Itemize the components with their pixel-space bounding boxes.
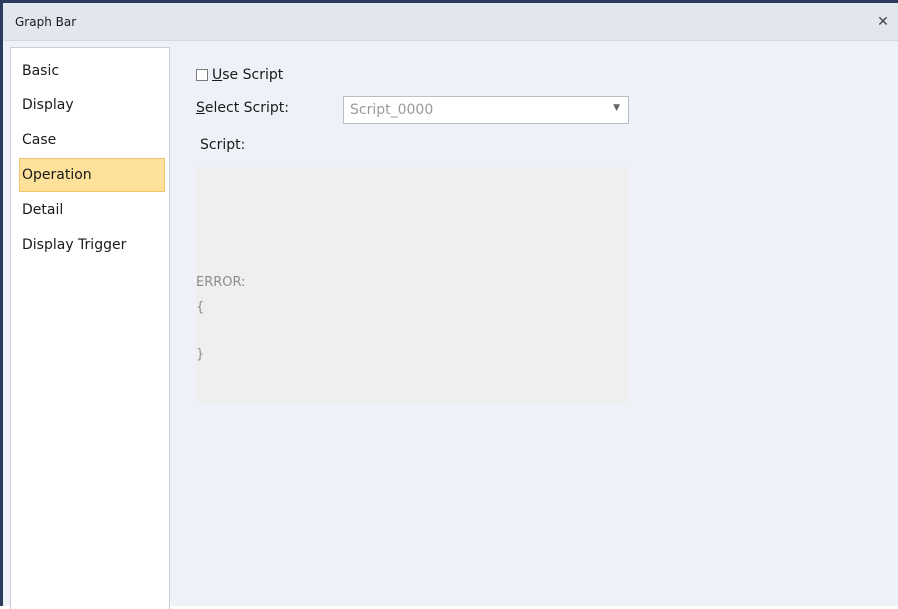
sidebar-item-basic[interactable]: Basic (19, 54, 165, 88)
operation-panel: Use Script Select Script: Script_0000 ▼ … (170, 47, 898, 606)
dialog-title: Graph Bar (15, 15, 77, 29)
script-label: Script: (200, 137, 246, 153)
script-line-error: ERROR: (196, 275, 246, 290)
select-script-label: Select Script: (196, 100, 289, 116)
chevron-down-icon: ▼ (613, 103, 620, 113)
sidebar: Basic Display Case Operation Detail Disp… (10, 47, 170, 609)
use-script-label: Use Script (212, 67, 284, 83)
script-viewer: ERROR: { } (196, 167, 629, 403)
use-script-checkbox[interactable]: Use Script (196, 67, 283, 83)
checkbox-box[interactable] (196, 69, 208, 81)
graph-bar-dialog: Graph Bar ✕ Basic Display Case Operation… (0, 0, 898, 609)
script-line-open-brace: { (196, 300, 205, 315)
select-script-dropdown[interactable]: Script_0000 ▼ (343, 96, 629, 124)
title-bar: Graph Bar ✕ (3, 3, 898, 41)
sidebar-item-case[interactable]: Case (19, 123, 165, 157)
select-script-value: Script_0000 (350, 102, 434, 118)
script-line-close-brace: } (196, 347, 205, 362)
sidebar-item-detail[interactable]: Detail (19, 193, 165, 227)
close-icon[interactable]: ✕ (874, 13, 892, 31)
sidebar-item-operation[interactable]: Operation (19, 158, 165, 192)
sidebar-item-display[interactable]: Display (19, 88, 165, 122)
sidebar-item-display-trigger[interactable]: Display Trigger (19, 228, 165, 262)
